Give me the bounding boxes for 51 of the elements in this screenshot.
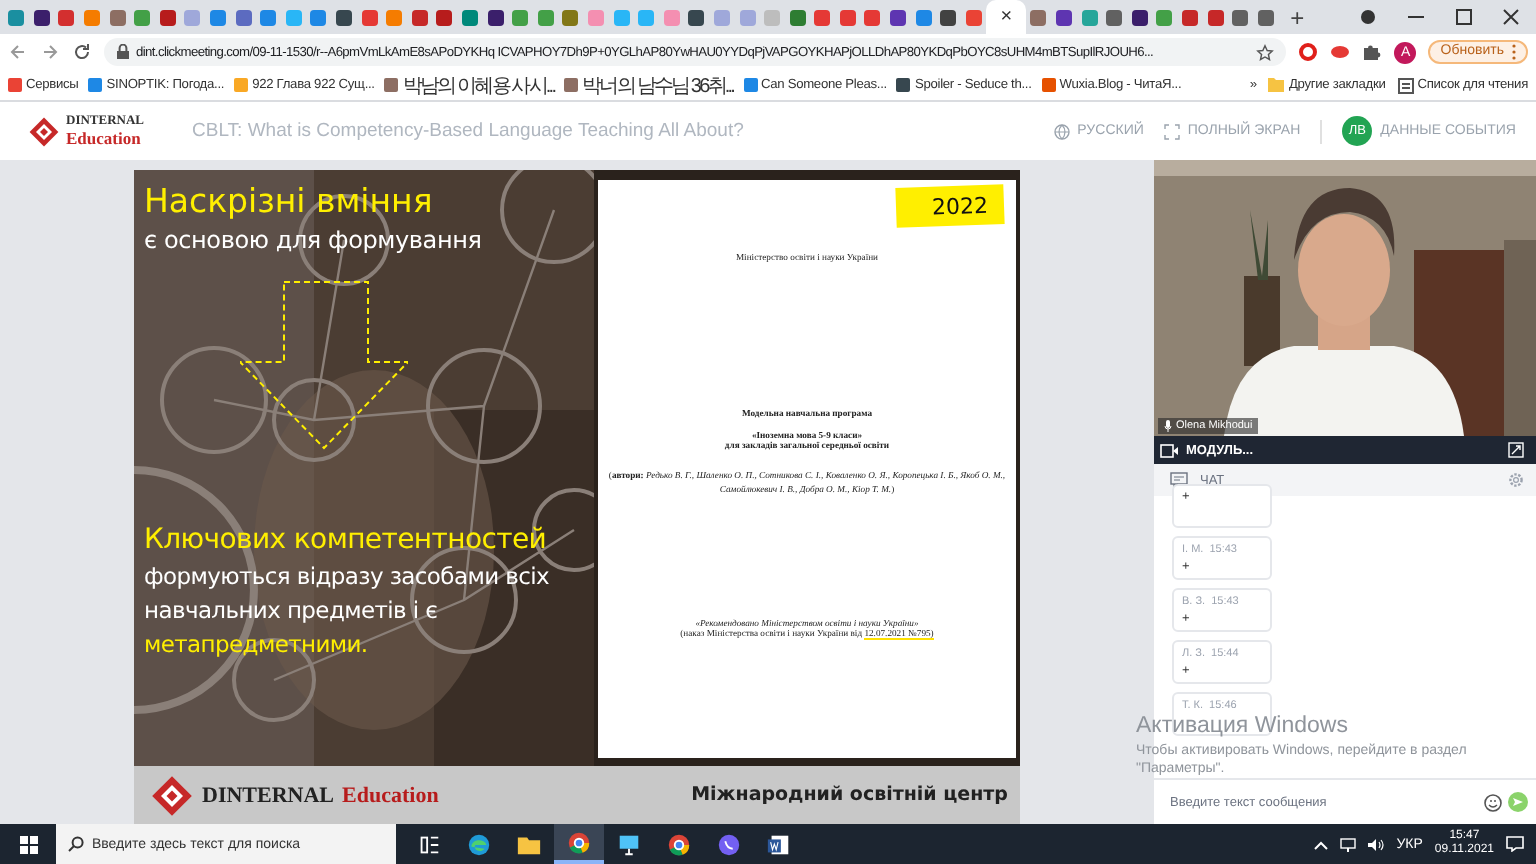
volume-icon[interactable] [1368,837,1385,851]
slide-highlight: метапредметними. [144,628,370,662]
brand-text: DINTERNAL [202,783,335,807]
year-label: 2022 [895,184,1005,228]
taskbar-app[interactable] [554,824,604,864]
network-icon[interactable] [1340,837,1357,851]
chat-icon [1170,472,1188,488]
camera-icon[interactable] [1160,443,1178,457]
tab-close-button[interactable]: × [1000,6,1013,28]
bookmark[interactable]: 박남의 이혜용 사시... [384,71,555,99]
star-icon[interactable] [1256,43,1275,61]
expand-icon[interactable] [1508,442,1524,458]
globe-icon [1053,123,1070,139]
task-view-icon [416,831,442,857]
logo-text: Education [66,129,143,146]
microphone-icon [1164,420,1172,432]
fullscreen-icon [1163,123,1180,139]
slide-paragraph: формуються відразу засобами всіх навчальних предметів і є [144,560,552,628]
activation-title: Активация Windows [1136,714,1350,738]
forward-icon[interactable] [40,42,60,62]
brand-text: Education [342,783,439,807]
notification-icon[interactable] [1506,836,1524,852]
reading-list-icon [1397,77,1414,93]
edge-icon [466,831,492,857]
windows-start-icon[interactable] [19,835,37,853]
extension-badge-icon[interactable] [1330,42,1351,62]
emoji-icon[interactable] [1484,793,1502,811]
reload-icon[interactable] [72,42,92,62]
slide-heading: Наскрізні вміння [144,182,435,222]
chrome-icon [566,829,592,855]
bookmark[interactable]: 박너의 남수님 36취... [564,71,733,99]
new-tab-button[interactable]: + [1290,3,1305,31]
logo-icon [28,115,60,147]
settings-icon[interactable] [1508,472,1524,488]
viber-icon [716,831,742,857]
slide-subheading: є основою для формування [144,226,484,254]
puzzle-icon[interactable] [1362,42,1383,62]
browser-tab[interactable]: × [986,0,1027,34]
slide-key-title: Ключових компетентностей [144,524,549,556]
monitor-icon [616,831,642,857]
chrome-icon [666,831,692,857]
event-title: CBLT: What is Competency-Based Language Teaching All About? [192,120,744,142]
search-icon [68,836,84,852]
footer-text: Міжнародний освітній центр [691,784,1008,806]
back-icon[interactable] [8,42,28,62]
opera-icon[interactable] [1298,42,1319,62]
logo-icon [150,773,194,817]
word-icon [766,831,792,857]
folder-icon [1268,78,1285,92]
chevron-up-icon[interactable] [1314,839,1329,849]
lock-icon [116,44,130,60]
